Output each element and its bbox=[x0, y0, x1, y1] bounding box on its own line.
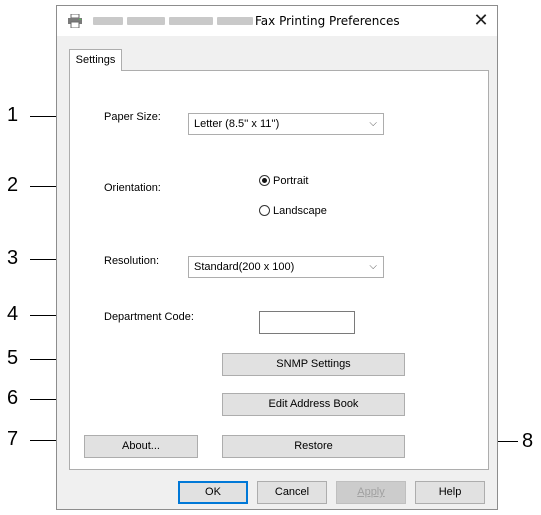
callout-5: 5 bbox=[7, 347, 19, 369]
edit-address-book-button[interactable]: Edit Address Book bbox=[222, 393, 405, 416]
resolution-select[interactable]: Standard(200 x 100) ⌵ bbox=[188, 256, 384, 278]
callout-2: 2 bbox=[7, 174, 19, 196]
resolution-value: Standard(200 x 100) bbox=[194, 261, 295, 273]
restore-button[interactable]: Restore bbox=[222, 435, 405, 458]
paper-size-label: Paper Size: bbox=[104, 111, 161, 123]
resolution-label: Resolution: bbox=[104, 255, 160, 267]
chevron-down-icon: ⌵ bbox=[369, 118, 377, 129]
callout-6: 6 bbox=[7, 387, 19, 409]
landscape-radio[interactable]: Landscape bbox=[259, 205, 327, 217]
window-title: Fax Printing Preferences bbox=[255, 14, 400, 28]
department-code-field[interactable] bbox=[259, 311, 355, 334]
chevron-down-icon: ⌵ bbox=[369, 261, 377, 272]
callout-8: 8 bbox=[522, 430, 534, 452]
title-bar: Fax Printing Preferences ✕ bbox=[57, 6, 497, 36]
apply-button[interactable]: Apply bbox=[336, 481, 406, 504]
callout-4: 4 bbox=[7, 303, 19, 325]
tab-settings[interactable]: Settings bbox=[69, 49, 122, 71]
radio-selected-icon bbox=[259, 175, 270, 186]
help-button[interactable]: Help bbox=[415, 481, 485, 504]
radio-unselected-icon bbox=[259, 205, 270, 216]
ok-button[interactable]: OK bbox=[178, 481, 248, 504]
callout-3: 3 bbox=[7, 247, 19, 269]
title-redacted-text bbox=[127, 17, 165, 25]
settings-panel: Paper Size: Letter (8.5'' x 11'') ⌵ Orie… bbox=[69, 70, 489, 470]
callout-7: 7 bbox=[7, 428, 19, 450]
dialog-window: Fax Printing Preferences ✕ Settings Pape… bbox=[56, 5, 498, 510]
department-code-label: Department Code: bbox=[104, 311, 194, 323]
snmp-settings-button[interactable]: SNMP Settings bbox=[222, 353, 405, 376]
title-redacted-text bbox=[169, 17, 213, 25]
callout-1: 1 bbox=[7, 104, 19, 126]
apply-label: Apply bbox=[357, 486, 385, 498]
portrait-label: Portrait bbox=[273, 175, 309, 187]
paper-size-select[interactable]: Letter (8.5'' x 11'') ⌵ bbox=[188, 113, 384, 135]
cancel-button[interactable]: Cancel bbox=[257, 481, 327, 504]
landscape-label: Landscape bbox=[273, 205, 327, 217]
title-redacted-text bbox=[217, 17, 253, 25]
orientation-label: Orientation: bbox=[104, 182, 161, 194]
close-icon[interactable]: ✕ bbox=[469, 9, 493, 33]
printer-icon bbox=[68, 14, 82, 28]
paper-size-value: Letter (8.5'' x 11'') bbox=[194, 118, 280, 130]
about-button[interactable]: About... bbox=[84, 435, 198, 458]
portrait-radio[interactable]: Portrait bbox=[259, 175, 308, 187]
title-redacted-text bbox=[93, 17, 123, 25]
